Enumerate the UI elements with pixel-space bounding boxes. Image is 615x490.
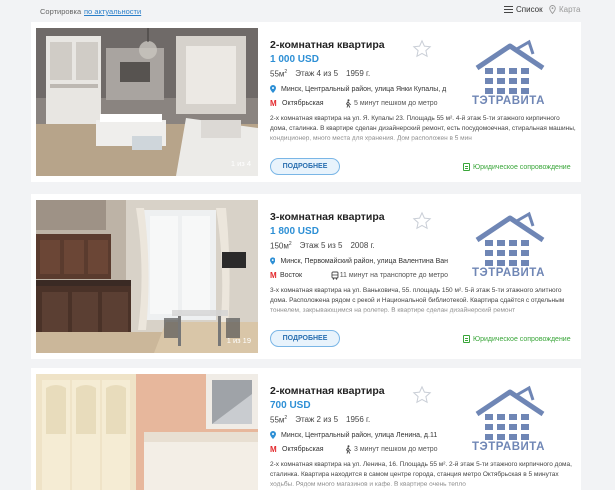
metro-icon: M: [270, 271, 277, 280]
year-value: 1959 г.: [346, 69, 371, 78]
walk-icon: [345, 99, 352, 108]
listing-description: 2-х комнатная квартира на ул. Ленина, 16…: [270, 460, 576, 490]
metro-icon: M: [270, 445, 277, 454]
kitchen-photo: [36, 200, 258, 353]
view-list-button[interactable]: Список: [504, 5, 543, 14]
agency-logo[interactable]: [471, 38, 549, 98]
transport-time: 11 минут на транспорте до метро: [339, 272, 448, 279]
listing-price: 700 USD: [270, 400, 311, 411]
agency-name: ТЭТРАВИТА: [472, 267, 545, 279]
photo-counter: 1 из 19: [226, 336, 251, 345]
agency-name: ТЭТРАВИТА: [472, 441, 545, 453]
sort-dropdown[interactable]: по актуальности: [84, 7, 141, 16]
map-pin-icon: [270, 431, 276, 439]
view-map-label: Карта: [559, 5, 581, 14]
agency-logo[interactable]: [471, 384, 549, 444]
year-value: 1956 г.: [346, 415, 371, 424]
listing-card[interactable]: 1 из 4 2-комнатная квартира 1 000 USD 55…: [31, 22, 581, 182]
listing-address: Минск, Центральный район, улица Янки Куп…: [270, 85, 448, 93]
floor-value: Этаж 2 из 5: [295, 415, 339, 424]
agency-name: ТЭТРАВИТА: [472, 95, 545, 107]
document-icon: [463, 335, 470, 343]
map-pin-icon: [270, 85, 276, 93]
listing-specs: 55м2 Этаж 4 из 5 1959 г.: [270, 69, 370, 79]
year-value: 2008 г.: [350, 241, 375, 250]
listing-photo[interactable]: 1 из 19: [36, 200, 258, 353]
metro-station: Восток: [279, 272, 303, 279]
metro-station: Октябрьская: [282, 100, 324, 107]
metro-info: M Октябрьская 5 минут пешком до метро: [270, 99, 448, 108]
photo-counter: 1 из 4: [230, 159, 251, 168]
transport-time: 5 минут пешком до метро: [354, 100, 438, 107]
map-pin-icon: [270, 257, 276, 265]
view-list-label: Список: [516, 5, 543, 14]
listing-description: 3-х комнатная квартира на ул. Ваньковича…: [270, 286, 576, 317]
listing-description: 2-х комнатная квартира на ул. Я. Купалы …: [270, 114, 576, 145]
view-map-button[interactable]: Карта: [549, 5, 580, 14]
sort-label: Сортировка: [40, 7, 82, 16]
more-button[interactable]: ПОДРОБНЕЕ: [270, 158, 340, 175]
area-value: 55м2: [270, 69, 288, 79]
bedroom-photo: [36, 374, 258, 490]
metro-info: M Октябрьская 3 минут пешком до метро: [270, 445, 448, 454]
map-pin-icon: [549, 5, 556, 14]
listing-price: 1 800 USD: [270, 226, 319, 237]
listing-card[interactable]: 2-комнатная квартира 700 USD 55м2 Этаж 2…: [31, 368, 581, 490]
star-icon[interactable]: [412, 211, 432, 231]
star-icon[interactable]: [412, 39, 432, 59]
document-icon: [463, 163, 470, 171]
agency-logo[interactable]: [471, 210, 549, 270]
metro-icon: M: [270, 99, 277, 108]
listing-title[interactable]: 2-комнатная квартира: [270, 385, 385, 397]
star-icon[interactable]: [412, 385, 432, 405]
listing-card[interactable]: 1 из 19 3-комнатная квартира 1 800 USD 1…: [31, 194, 581, 359]
more-button[interactable]: ПОДРОБНЕЕ: [270, 330, 340, 347]
floor-value: Этаж 5 из 5: [299, 241, 343, 250]
listing-photo[interactable]: [36, 374, 258, 490]
listing-address: Минск, Центральный район, улица Ленина, …: [270, 431, 448, 439]
area-value: 55м2: [270, 415, 288, 425]
legal-support: Юридическое сопровождение: [463, 335, 571, 343]
list-icon: [504, 5, 513, 14]
floor-value: Этаж 4 из 5: [295, 69, 339, 78]
sort-bar: Сортировка по актуальности Список Карта: [0, 0, 615, 22]
walk-icon: [345, 445, 352, 454]
metro-station: Октябрьская: [282, 446, 324, 453]
listing-title[interactable]: 3-комнатная квартира: [270, 211, 385, 223]
living-room-photo: [36, 28, 258, 176]
listing-address: Минск, Первомайский район, улица Валенти…: [270, 257, 448, 265]
metro-info: M Восток 11 минут на транспорте до метро: [270, 271, 448, 280]
listing-title[interactable]: 2-комнатная квартира: [270, 39, 385, 51]
legal-support: Юридическое сопровождение: [463, 163, 571, 171]
area-value: 150м2: [270, 241, 292, 251]
bus-icon: [331, 271, 339, 280]
listing-photo[interactable]: 1 из 4: [36, 28, 258, 176]
listing-specs: 150м2 Этаж 5 из 5 2008 г.: [270, 241, 375, 251]
transport-time: 3 минут пешком до метро: [354, 446, 438, 453]
listing-specs: 55м2 Этаж 2 из 5 1956 г.: [270, 415, 370, 425]
listing-price: 1 000 USD: [270, 54, 319, 65]
